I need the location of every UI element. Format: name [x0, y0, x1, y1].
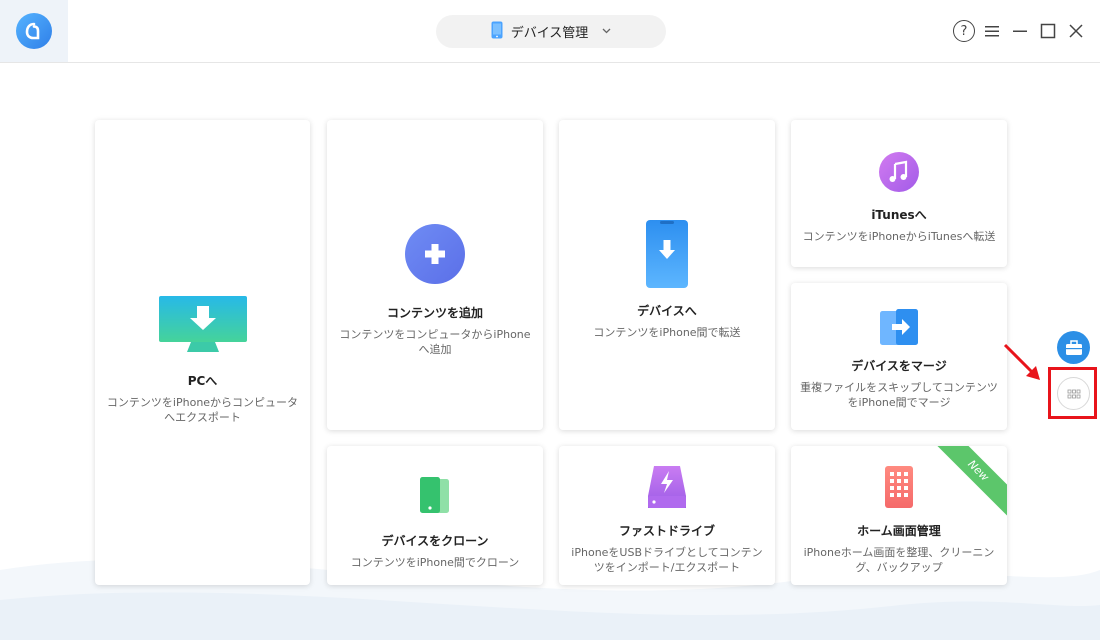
card-title: ホーム画面管理 — [857, 524, 941, 538]
card-description: 重複ファイルをスキップしてコンテンツをiPhone間でマージ — [800, 381, 998, 409]
app-logo-icon — [16, 13, 52, 49]
annotation-highlight-box — [1048, 367, 1097, 419]
window-controls: ? — [952, 18, 1088, 44]
card-fast-drive[interactable]: ファストドライブ iPhoneをUSBドライブとしてコンテンツをインポート/エク… — [559, 446, 775, 585]
plus-icon — [327, 224, 543, 284]
maximize-button[interactable] — [1036, 18, 1060, 44]
merge-phones-icon — [791, 307, 1007, 349]
card-description: iPhoneホーム画面を整理、クリーニング、バックアップ — [803, 546, 995, 574]
card-to-itunes[interactable]: iTunesへ コンテンツをiPhoneからiTunesへ転送 — [791, 120, 1007, 267]
phone-icon — [491, 21, 503, 43]
title-bar: デバイス管理 ? — [0, 0, 1100, 63]
card-home-screen[interactable]: New ホーム画面管理 iPhoneホーム画面を整理、クリーニング、バックアップ — [791, 446, 1007, 585]
monitor-download-icon — [95, 296, 310, 354]
card-merge-device[interactable]: デバイスをマージ 重複ファイルをスキップしてコンテンツをiPhone間でマージ — [791, 283, 1007, 430]
menu-icon — [985, 26, 999, 37]
close-icon — [1069, 24, 1083, 38]
help-icon: ? — [953, 20, 975, 42]
maximize-icon — [1040, 23, 1056, 39]
minimize-icon — [1013, 30, 1027, 32]
card-title: コンテンツを追加 — [386, 306, 483, 320]
toolbox-icon — [1065, 339, 1082, 355]
app-logo — [0, 0, 68, 62]
device-selector[interactable]: デバイス管理 — [436, 15, 666, 48]
card-title: デバイスをクローン — [381, 534, 489, 548]
card-description: コンテンツをiPhone間でクローン — [350, 556, 520, 569]
card-description: コンテンツをコンピュータからiPhoneへ追加 — [339, 328, 531, 356]
card-to-pc[interactable]: PCへ コンテンツをiPhoneからコンピュータへエクスポート — [95, 120, 310, 585]
card-description: コンテンツをiPhone間で転送 — [593, 326, 741, 339]
card-title: デバイスをマージ — [851, 359, 947, 373]
phone-download-icon — [559, 220, 775, 288]
card-description: コンテンツをiPhoneからiTunesへ転送 — [802, 230, 996, 243]
card-add-content[interactable]: コンテンツを追加 コンテンツをコンピュータからiPhoneへ追加 — [327, 120, 543, 430]
clone-phones-icon — [327, 476, 543, 516]
card-description: コンテンツをiPhoneからコンピュータへエクスポート — [106, 396, 299, 424]
card-description: iPhoneをUSBドライブとしてコンテンツをインポート/エクスポート — [571, 546, 763, 574]
card-title: デバイスへ — [637, 304, 697, 318]
chevron-down-icon — [602, 26, 611, 37]
menu-button[interactable] — [980, 18, 1004, 44]
card-title: ファストドライブ — [618, 524, 715, 538]
flash-drive-icon — [559, 466, 775, 508]
toolbox-button[interactable] — [1057, 331, 1090, 364]
close-button[interactable] — [1064, 18, 1088, 44]
minimize-button[interactable] — [1008, 18, 1032, 44]
music-note-icon — [791, 152, 1007, 192]
card-title: PCへ — [187, 374, 218, 388]
card-title: iTunesへ — [871, 208, 927, 222]
card-to-device[interactable]: デバイスへ コンテンツをiPhone間で転送 — [559, 120, 775, 430]
annotation-arrow-icon — [1003, 343, 1040, 380]
help-button[interactable]: ? — [952, 18, 976, 44]
device-name: デバイス管理 — [510, 26, 589, 41]
card-clone-device[interactable]: デバイスをクローン コンテンツをiPhone間でクローン — [327, 446, 543, 585]
